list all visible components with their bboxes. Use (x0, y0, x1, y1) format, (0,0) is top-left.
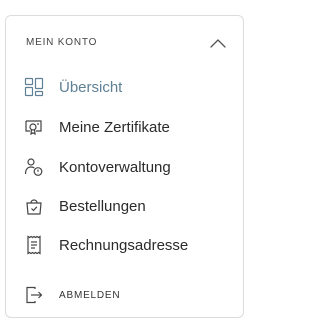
user-settings-icon (24, 157, 44, 177)
logout-label: ABMELDEN (59, 289, 121, 301)
menu-item-label: Meine Zertifikate (59, 118, 170, 136)
menu-item-orders[interactable]: Bestellungen (24, 193, 234, 219)
menu-item-label: Rechnungsadresse (59, 236, 189, 254)
logout-icon (24, 285, 44, 305)
shopping-bag-icon (24, 196, 44, 216)
menu-item-overview[interactable]: Übersicht (24, 74, 234, 100)
receipt-icon (24, 235, 44, 255)
account-menu-title: MEIN KONTO (26, 37, 98, 48)
account-menu-header[interactable]: MEIN KONTO (6, 16, 243, 68)
chevron-up-icon[interactable] (207, 32, 229, 54)
menu-item-label: Kontoverwaltung (59, 158, 171, 176)
logout-button[interactable]: ABMELDEN (24, 283, 234, 307)
menu-item-label: Bestellungen (59, 197, 146, 215)
account-menu-panel: MEIN KONTO Übersicht Meine Zertifikate K… (5, 15, 244, 318)
dashboard-grid-icon (24, 77, 44, 97)
menu-item-billing-address[interactable]: Rechnungsadresse (24, 232, 234, 258)
menu-item-certificates[interactable]: Meine Zertifikate (24, 114, 234, 140)
certificate-icon (24, 117, 44, 137)
menu-item-label: Übersicht (59, 78, 123, 96)
menu-item-account-management[interactable]: Kontoverwaltung (24, 154, 234, 180)
